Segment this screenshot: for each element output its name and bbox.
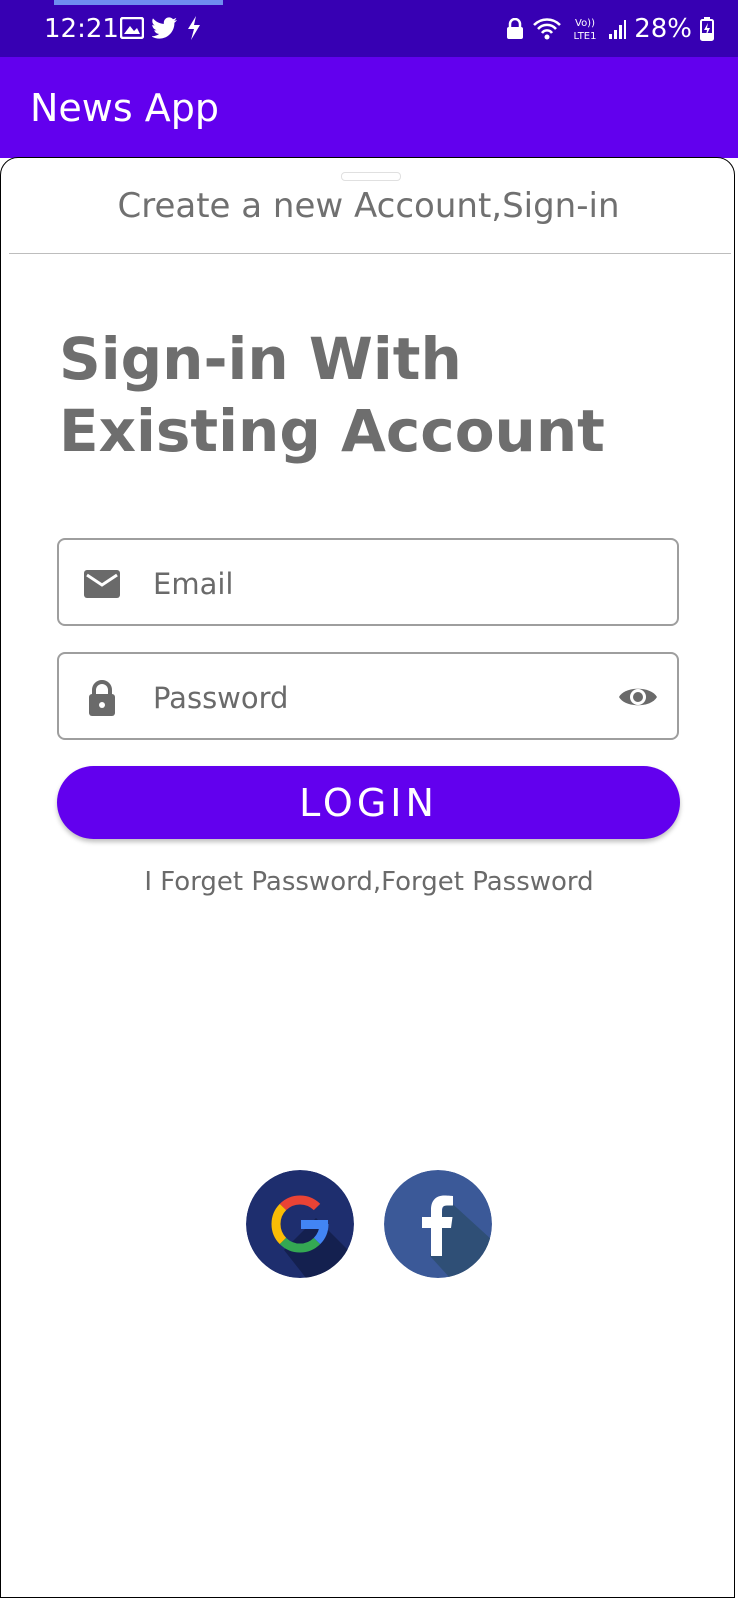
google-icon <box>246 1170 354 1278</box>
password-field[interactable] <box>57 652 679 740</box>
svg-text:Vo)): Vo)) <box>575 18 595 29</box>
gallery-icon <box>120 17 144 39</box>
app-bar: News App <box>0 57 738 158</box>
heading-line-1: Sign-in With <box>59 325 462 393</box>
email-icon <box>84 570 120 598</box>
lte-label: Vo)) LTE1 <box>574 18 597 42</box>
status-bar: 12:21 Vo)) LTE1 28% <box>0 0 738 57</box>
svg-text:LTE1: LTE1 <box>574 31 597 42</box>
login-button[interactable]: LOGIN <box>57 766 680 839</box>
heading-line-2: Existing Account <box>59 397 605 465</box>
app-title: News App <box>30 86 219 130</box>
sheet-title: Create a new Account,Sign-in <box>117 186 620 226</box>
facebook-icon <box>384 1170 492 1278</box>
forgot-password-link[interactable]: I Forget Password,Forget Password <box>0 864 738 900</box>
flash-icon <box>188 16 200 40</box>
google-sign-in-button[interactable] <box>246 1170 354 1278</box>
battery-icon <box>700 17 714 41</box>
lock-icon <box>89 680 115 716</box>
eye-icon[interactable] <box>617 680 659 714</box>
page-heading: Sign-in With Existing Account <box>59 323 679 467</box>
email-input[interactable] <box>151 556 595 612</box>
drag-handle[interactable] <box>341 172 401 181</box>
password-input[interactable] <box>151 670 595 726</box>
email-field[interactable] <box>57 538 679 626</box>
facebook-sign-in-button[interactable] <box>384 1170 492 1278</box>
status-left-icons <box>120 14 202 42</box>
status-progress-indicator <box>54 0 223 5</box>
battery-percent: 28% <box>634 14 692 44</box>
divider <box>9 253 731 254</box>
status-right-icons: Vo)) LTE1 28% <box>506 13 714 45</box>
signal-icon <box>609 20 627 39</box>
wifi-icon <box>533 18 562 40</box>
twitter-icon <box>152 17 177 39</box>
status-time: 12:21 <box>44 14 119 44</box>
lock-icon <box>507 18 524 39</box>
